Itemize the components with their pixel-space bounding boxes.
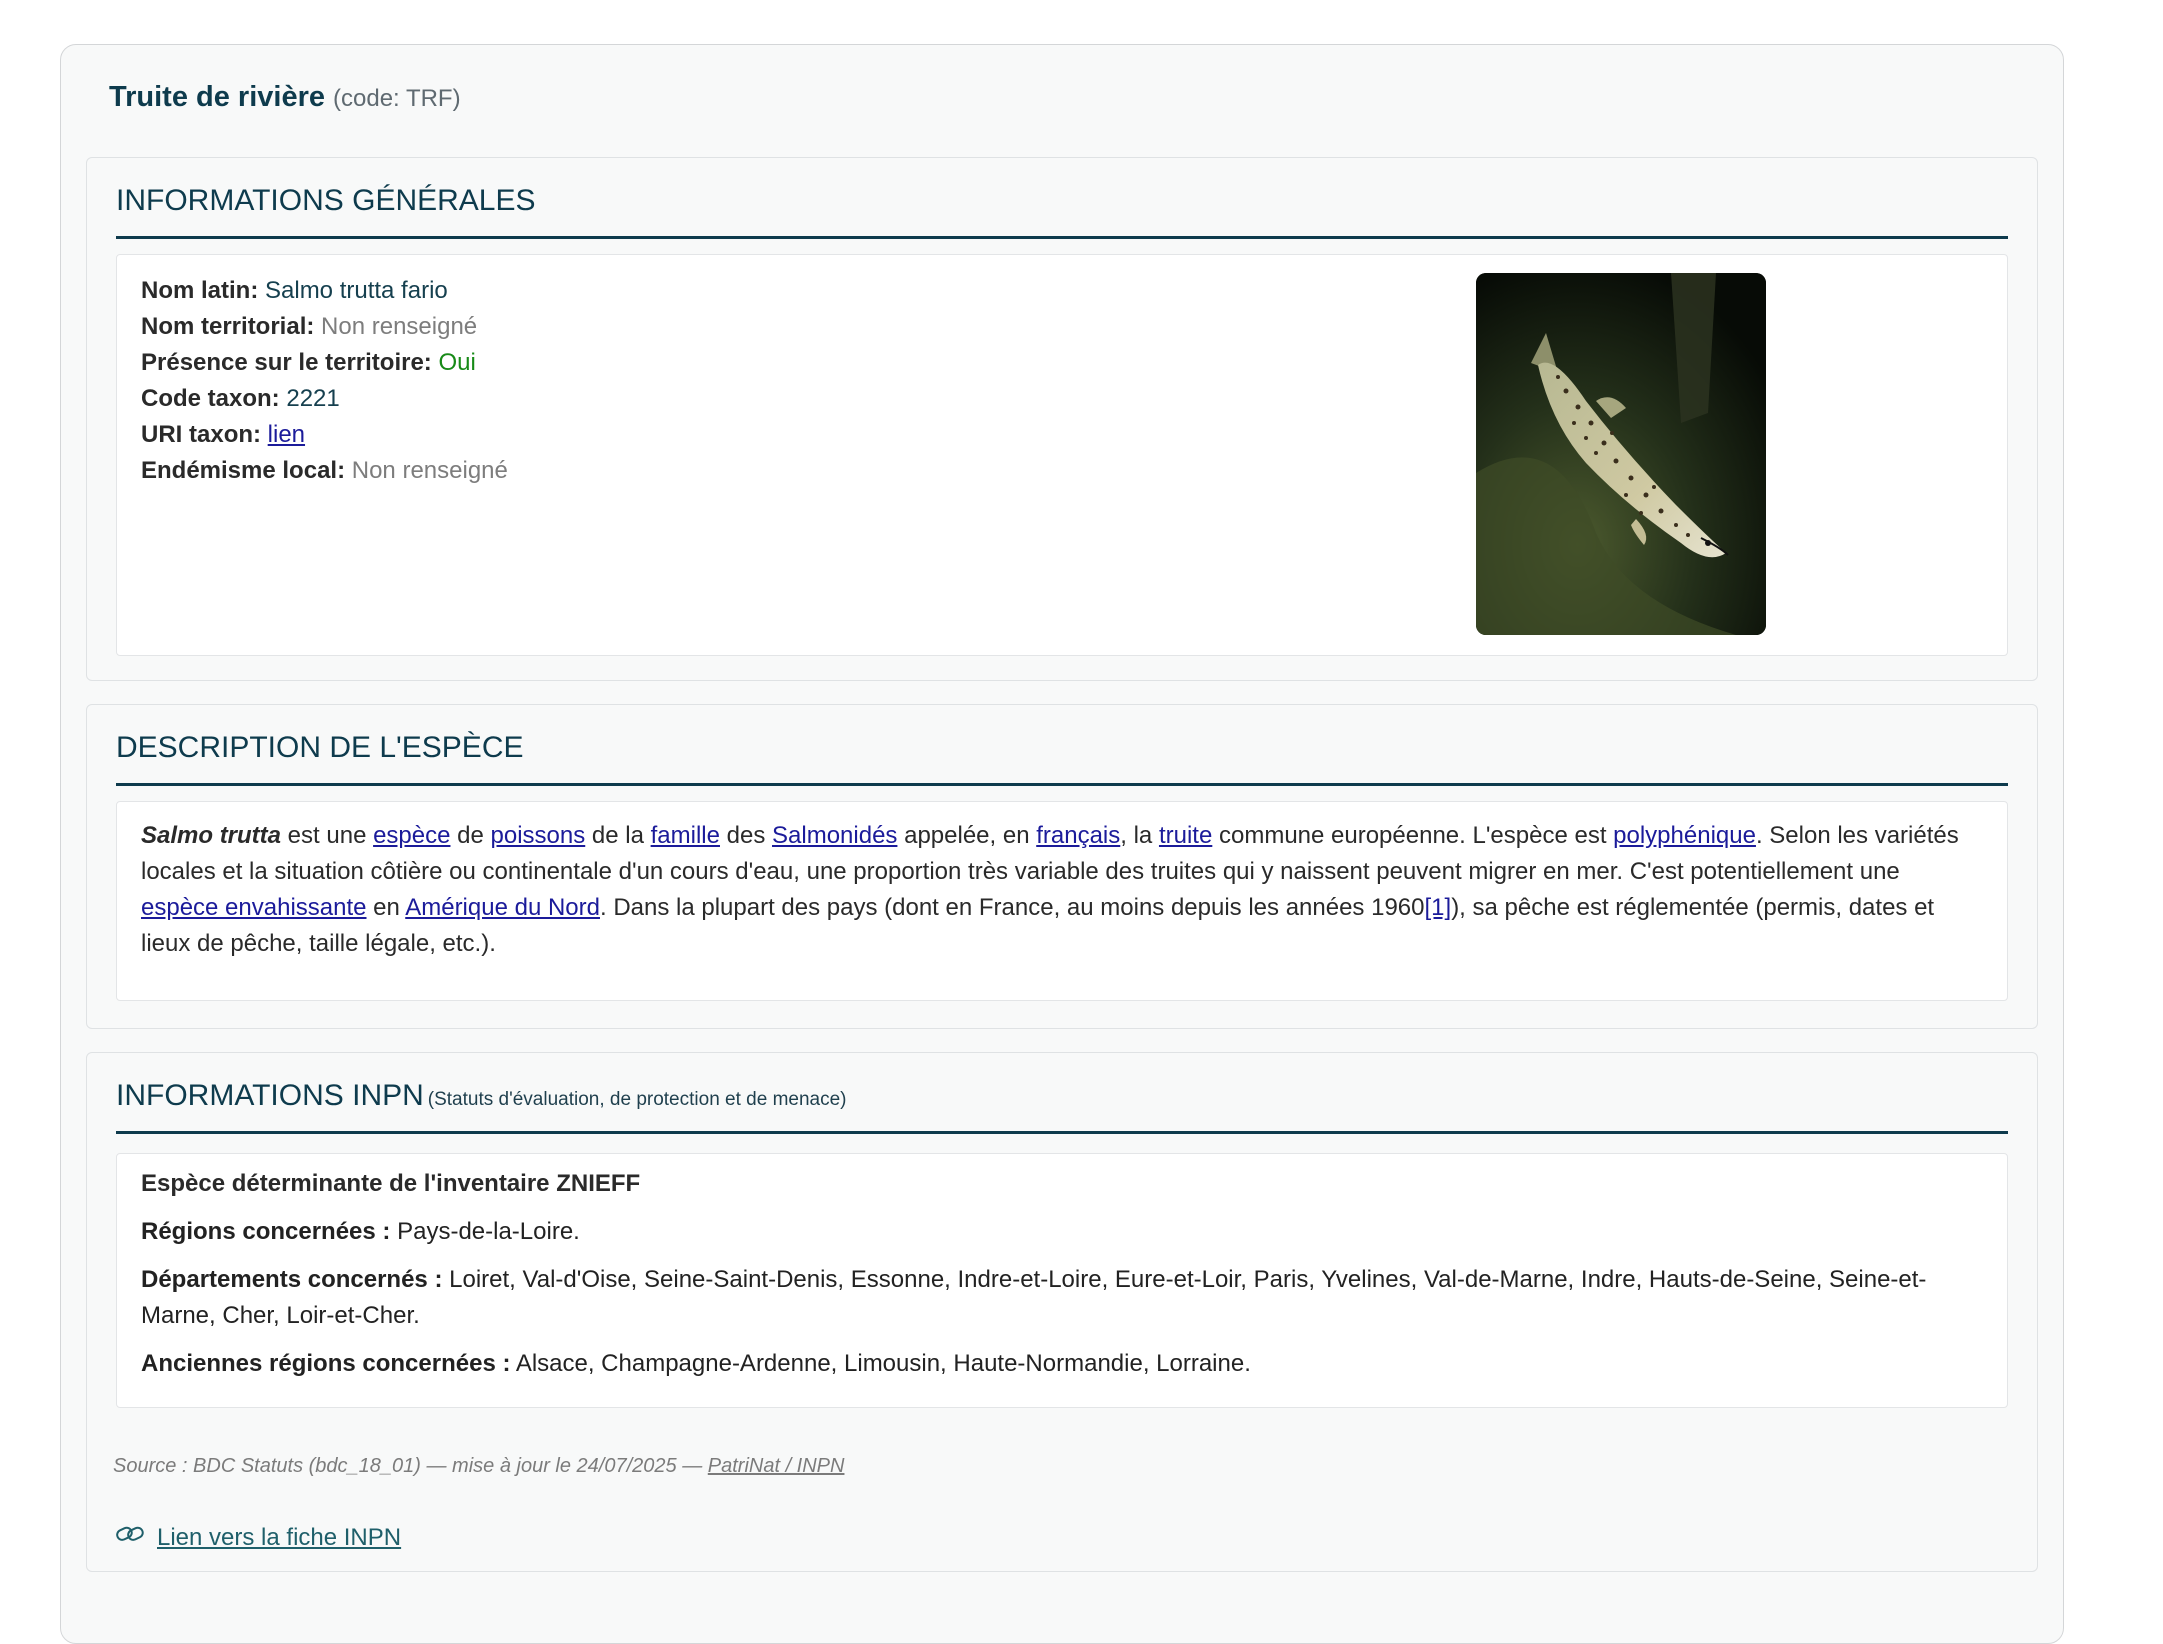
description-header: DESCRIPTION DE L'ESPÈCE [116, 727, 2008, 786]
general-info-panel: Nom latin: Salmo trutta fario Nom territ… [116, 254, 2008, 656]
description-panel: Salmo trutta est une espèce de poissons … [116, 801, 2008, 1001]
species-card: Truite de rivière (code: TRF) INFORMATION… [60, 44, 2064, 1644]
desc-text-10: . Dans la plupart des pays (dont en Fran… [599, 894, 1425, 921]
taxon-code-value: 2221 [286, 385, 340, 412]
description-section: DESCRIPTION DE L'ESPÈCE Salmo trutta est… [86, 704, 2038, 1029]
presence-row: Présence sur le territoire: Oui [141, 345, 508, 381]
link-amerique-du-nord[interactable]: Amérique du Nord [405, 894, 600, 921]
regions-row: Régions concernées : Pays-de-la-Loire. [141, 1214, 1983, 1250]
old-regions-value: Alsace, Champagne-Ardenne, Limousin, Hau… [510, 1350, 1251, 1377]
info-list: Nom latin: Salmo trutta fario Nom territ… [141, 273, 508, 489]
znieff-heading: Espèce déterminante de l'inventaire ZNIE… [141, 1166, 1983, 1202]
inpn-panel: Espèce déterminante de l'inventaire ZNIE… [116, 1153, 2008, 1408]
desc-text-4: des [719, 822, 773, 849]
inpn-fiche-link[interactable]: Lien vers la fiche INPN [157, 1524, 401, 1552]
latin-name-value: Salmo trutta fario [265, 277, 448, 304]
latin-name-row: Nom latin: Salmo trutta fario [141, 273, 508, 309]
species-code: (code: TRF) [333, 85, 461, 112]
link-espece[interactable]: espèce [373, 822, 450, 849]
source-text: Source : BDC Statuts (bdc_18_01) — mise … [113, 1455, 708, 1477]
uri-taxon-label: URI taxon: [141, 421, 261, 448]
endemism-label: Endémisme local: [141, 457, 346, 484]
znieff-heading-text: Espèce déterminante de l'inventaire ZNIE… [141, 1170, 641, 1197]
inpn-fiche-row: Lien vers la fiche INPN [115, 1523, 401, 1552]
link-polyphenique[interactable]: polyphénique [1613, 822, 1756, 849]
desc-text-1: est une [281, 822, 374, 849]
link-poissons[interactable]: poissons [491, 822, 586, 849]
latin-name-label: Nom latin: [141, 277, 259, 304]
taxon-code-row: Code taxon: 2221 [141, 381, 508, 417]
desc-text-6: , la [1120, 822, 1159, 849]
species-photo [1476, 273, 1766, 635]
endemism-value: Non renseigné [351, 457, 508, 484]
desc-text-2: de [450, 822, 491, 849]
desc-text-9: en [366, 894, 406, 921]
inpn-section: INFORMATIONS INPN (Statuts d'évaluation, … [86, 1052, 2038, 1572]
inpn-title: INFORMATIONS INPN (Statuts d'évaluation, … [116, 1079, 847, 1113]
inpn-title-text: INFORMATIONS INPN [116, 1079, 424, 1112]
link-francais[interactable]: français [1036, 822, 1120, 849]
uri-taxon-row: URI taxon: lien [141, 417, 508, 453]
description-text: Salmo trutta est une espèce de poissons … [141, 818, 1983, 962]
regions-value: Pays-de-la-Loire. [390, 1218, 580, 1245]
desc-text-5: appelée, en [897, 822, 1037, 849]
link-truite[interactable]: truite [1159, 822, 1212, 849]
endemism-row: Endémisme local: Non renseigné [141, 453, 508, 489]
link-chain-icon [115, 1523, 145, 1552]
link-espece-envahissante[interactable]: espèce envahissante [141, 894, 367, 921]
old-regions-label: Anciennes régions concernées : [141, 1350, 511, 1377]
footnote-link[interactable]: [1] [1425, 894, 1452, 921]
inpn-header: INFORMATIONS INPN (Statuts d'évaluation, … [116, 1075, 2008, 1134]
presence-label: Présence sur le territoire: [141, 349, 432, 376]
source-line: Source : BDC Statuts (bdc_18_01) — mise … [113, 1455, 844, 1478]
description-title: DESCRIPTION DE L'ESPÈCE [116, 731, 524, 764]
link-salmonides[interactable]: Salmonidés [772, 822, 897, 849]
departments-row: Départements concernés : Loiret, Val-d'O… [141, 1262, 1983, 1334]
territorial-name-value: Non renseigné [321, 313, 478, 340]
presence-value: Oui [438, 349, 476, 376]
species-name: Truite de rivière [109, 81, 325, 113]
old-regions-row: Anciennes régions concernées : Alsace, C… [141, 1346, 1983, 1382]
general-info-title: INFORMATIONS GÉNÉRALES [116, 184, 536, 217]
desc-text-3: de la [585, 822, 651, 849]
inpn-subtitle: (Statuts d'évaluation, de protection et … [427, 1089, 847, 1110]
taxon-code-label: Code taxon: [141, 385, 280, 412]
patrinat-link[interactable]: PatriNat / INPN [708, 1455, 845, 1477]
regions-label: Régions concernées : [141, 1218, 391, 1245]
territorial-name-row: Nom territorial: Non renseigné [141, 309, 508, 345]
desc-text-7: commune européenne. L'espèce est [1212, 822, 1614, 849]
uri-taxon-link[interactable]: lien [268, 421, 305, 448]
territorial-name-label: Nom territorial: [141, 313, 315, 340]
link-famille[interactable]: famille [651, 822, 720, 849]
species-latin-bold: Salmo trutta [141, 822, 282, 849]
general-info-header: INFORMATIONS GÉNÉRALES [116, 180, 2008, 239]
departments-label: Départements concernés : [141, 1266, 443, 1293]
species-title: Truite de rivière (code: TRF) [109, 81, 461, 114]
general-info-section: INFORMATIONS GÉNÉRALES Nom latin: Salmo … [86, 157, 2038, 681]
